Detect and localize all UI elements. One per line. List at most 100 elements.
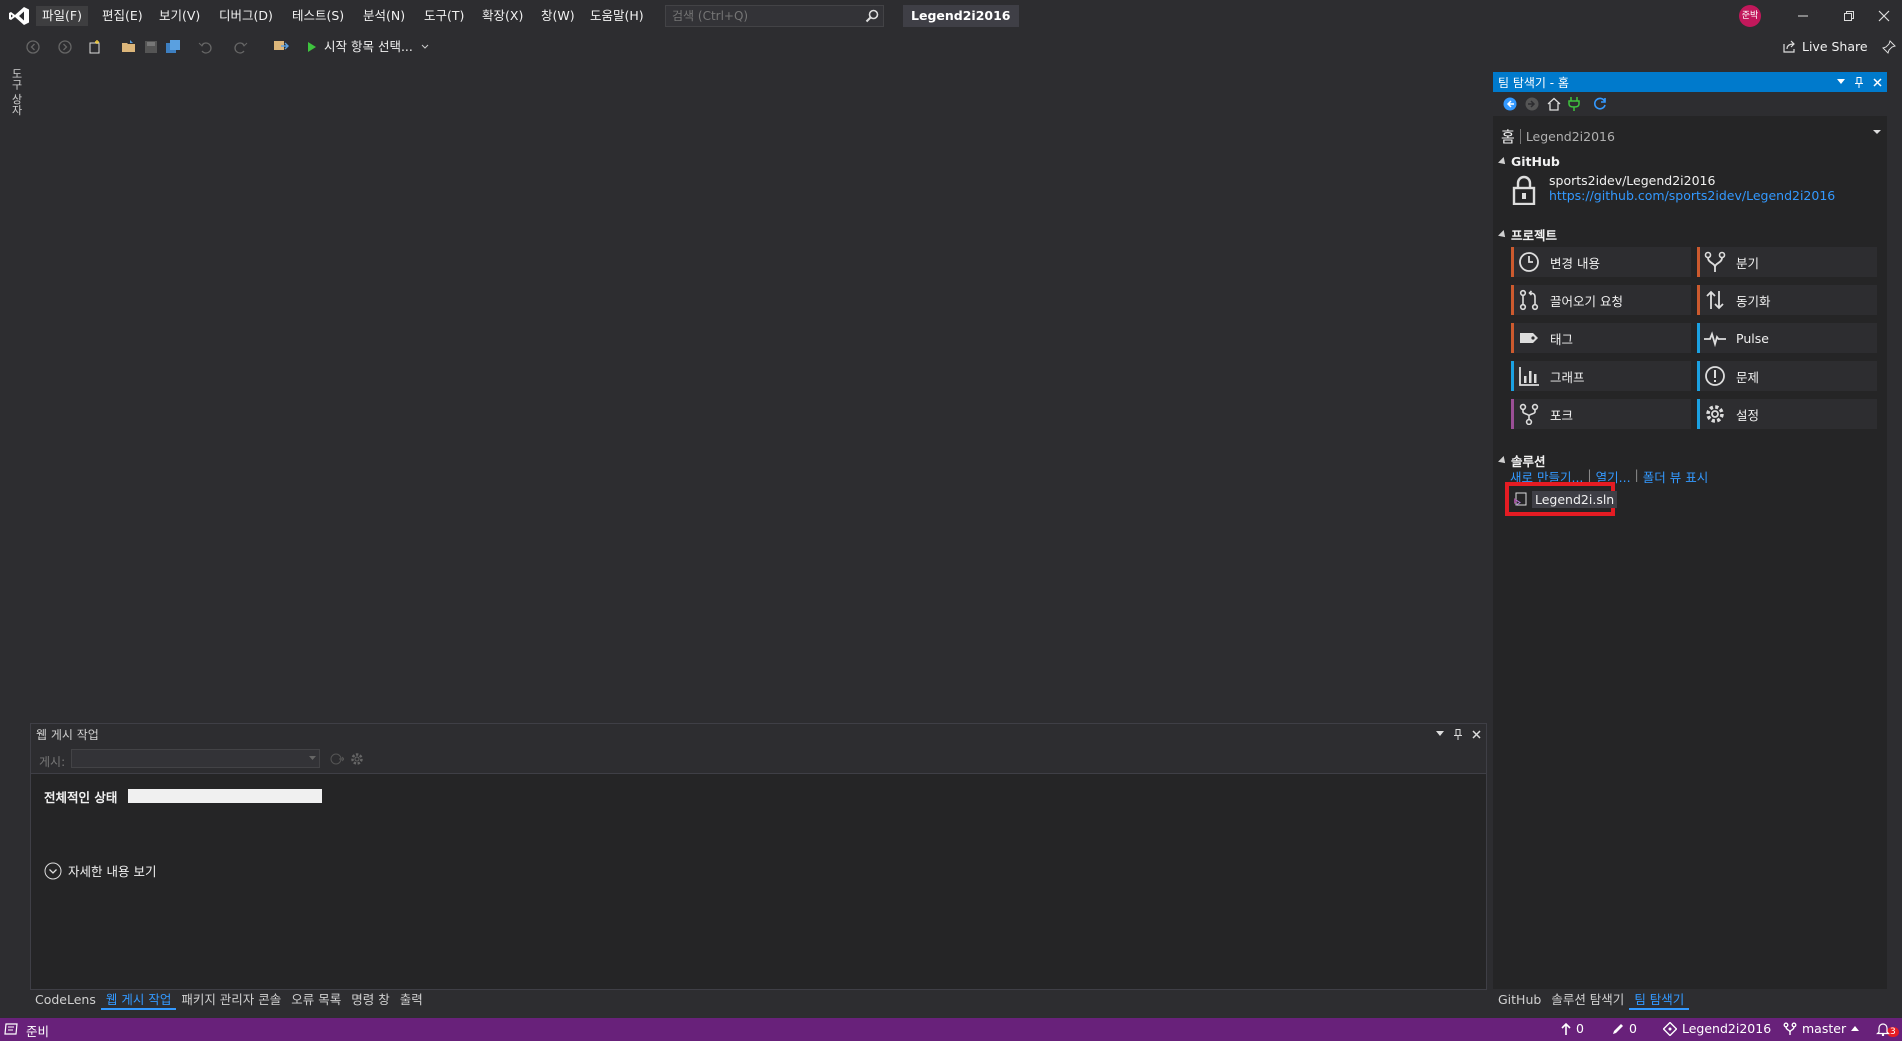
panel-pin-button[interactable] (1450, 726, 1466, 742)
te-pin-button[interactable] (1851, 74, 1867, 90)
open-file-button[interactable] (120, 38, 138, 56)
tab-output[interactable]: 출력 (395, 990, 428, 1010)
ready-icon (4, 1023, 18, 1035)
te-refresh-button[interactable] (1591, 95, 1609, 113)
tile-sync[interactable]: 동기화 (1697, 285, 1877, 315)
pending-changes[interactable]: 0 (1612, 1021, 1637, 1036)
chevron-down-icon (1436, 731, 1444, 737)
branch-selector[interactable]: master (1783, 1021, 1860, 1036)
menu-edit[interactable]: 편집(E) (96, 6, 149, 26)
menu-file[interactable]: 파일(F) (36, 6, 88, 26)
publish-web-button[interactable] (328, 750, 346, 768)
start-item-chevron-icon[interactable] (420, 38, 430, 56)
bottom-tool-tabs: CodeLens 웹 게시 작업 패키지 관리자 콘솔 오류 목록 명령 창 출… (30, 990, 428, 1012)
live-share-icon (1782, 40, 1796, 54)
team-explorer-header: 팀 탐색기 - 홈 (1493, 72, 1887, 92)
repository-selector[interactable]: Legend2i2016 (1663, 1021, 1771, 1036)
browser-link-icon (273, 39, 289, 55)
panel-close-button[interactable] (1468, 726, 1484, 742)
start-item-dropdown[interactable]: 시작 항목 선택... (324, 37, 413, 57)
toolbox-tab[interactable]: 도구 상자 (8, 68, 24, 128)
tile-graphs[interactable]: 그래프 (1511, 361, 1691, 391)
menu-tools[interactable]: 도구(T) (418, 6, 470, 26)
te-forward-button[interactable] (1523, 95, 1541, 113)
tile-issues[interactable]: 문제 (1697, 361, 1877, 391)
close-window-button[interactable] (1866, 0, 1902, 31)
github-section-label: GitHub (1511, 154, 1560, 169)
play-icon (307, 41, 317, 53)
link-separator: | (1634, 467, 1639, 482)
repo-url-link[interactable]: https://github.com/sports2idev/Legend2i2… (1549, 188, 1835, 203)
publish-profile-select[interactable] (71, 749, 320, 768)
te-page-dropdown-icon[interactable] (1873, 130, 1881, 135)
te-back-button[interactable] (1501, 95, 1519, 113)
pin-feedback-icon (1882, 40, 1896, 54)
menu-extensions[interactable]: 확장(X) (476, 6, 529, 26)
save-button[interactable] (142, 38, 160, 56)
save-all-button[interactable] (164, 38, 182, 56)
notifications-button[interactable]: 3 (1876, 1021, 1899, 1037)
te-dropdown-button[interactable] (1833, 74, 1849, 90)
tile-label: 그래프 (1550, 369, 1585, 385)
navigate-forward-button[interactable] (56, 38, 74, 56)
tab-command-window[interactable]: 명령 창 (346, 990, 394, 1010)
unpushed-commits[interactable]: 0 (1561, 1021, 1584, 1036)
menu-test[interactable]: 테스트(S) (286, 6, 350, 26)
te-page-selector[interactable]: 홈 Legend2i2016 (1501, 126, 1615, 147)
tab-codelens[interactable]: CodeLens (30, 990, 101, 1010)
menu-help[interactable]: 도움말(H) (584, 6, 650, 26)
solution-item[interactable]: Legend2i.sln (1505, 482, 1618, 516)
tab-web-publish[interactable]: 웹 게시 작업 (100, 990, 177, 1010)
forward-circle-icon (1525, 97, 1539, 111)
live-share-button[interactable]: Live Share (1782, 37, 1868, 57)
te-connect-button[interactable] (1565, 95, 1583, 113)
tab-package-manager-console[interactable]: 패키지 관리자 콘솔 (176, 990, 286, 1010)
tile-forks[interactable]: 포크 (1511, 399, 1691, 429)
clock-icon (1514, 247, 1544, 277)
tile-pulse[interactable]: Pulse (1697, 323, 1877, 353)
publish-settings-button[interactable] (348, 750, 366, 768)
search-box[interactable] (665, 5, 884, 27)
plug-icon (1568, 97, 1580, 111)
branch-icon (1783, 1022, 1797, 1036)
menu-view[interactable]: 보기(V) (153, 6, 206, 26)
folder-view-link[interactable]: 폴더 뷰 표시 (1643, 467, 1708, 486)
redo-button[interactable] (232, 38, 250, 56)
panel-dropdown-button[interactable] (1432, 726, 1448, 742)
tab-github[interactable]: GitHub (1493, 990, 1546, 1010)
menu-window[interactable]: 창(W) (535, 6, 581, 26)
start-button[interactable] (306, 38, 318, 56)
feedback-button[interactable] (1880, 38, 1898, 56)
minimize-button[interactable] (1780, 0, 1826, 31)
close-icon (1872, 77, 1882, 87)
tab-error-list[interactable]: 오류 목록 (286, 990, 346, 1010)
navigate-back-button[interactable] (24, 38, 42, 56)
tile-label: 변경 내용 (1550, 255, 1600, 271)
tile-settings[interactable]: 설정 (1697, 399, 1877, 429)
menu-debug[interactable]: 디버그(D) (213, 6, 279, 26)
github-section-header[interactable]: GitHub (1498, 154, 1560, 169)
tab-team-explorer[interactable]: 팀 탐색기 (1629, 990, 1690, 1010)
tile-changes[interactable]: 변경 내용 (1511, 247, 1691, 277)
details-toggle[interactable]: 자세한 내용 보기 (44, 861, 156, 880)
project-section-header[interactable]: 프로젝트 (1498, 225, 1558, 244)
new-project-button[interactable] (86, 38, 104, 56)
tab-solution-explorer[interactable]: 솔루션 탐색기 (1546, 990, 1629, 1010)
tile-label: 설정 (1736, 407, 1760, 423)
solution-file-name: Legend2i.sln (1532, 490, 1618, 508)
tile-pull-requests[interactable]: 끌어오기 요청 (1511, 285, 1691, 315)
te-close-button[interactable] (1869, 74, 1885, 90)
menu-analyze[interactable]: 분석(N) (357, 6, 411, 26)
folder-open-icon (121, 39, 137, 55)
project-section-label: 프로젝트 (1511, 228, 1558, 243)
lock-icon (1511, 175, 1537, 205)
te-home-button[interactable] (1545, 95, 1563, 113)
undo-button[interactable] (196, 38, 214, 56)
graph-icon (1514, 361, 1544, 391)
search-input[interactable] (666, 6, 856, 26)
browser-link-button[interactable] (272, 38, 290, 56)
tile-label: 태그 (1550, 331, 1574, 347)
tile-tags[interactable]: 태그 (1511, 323, 1691, 353)
user-avatar[interactable]: 준박 (1739, 5, 1761, 27)
tile-branches[interactable]: 분기 (1697, 247, 1877, 277)
